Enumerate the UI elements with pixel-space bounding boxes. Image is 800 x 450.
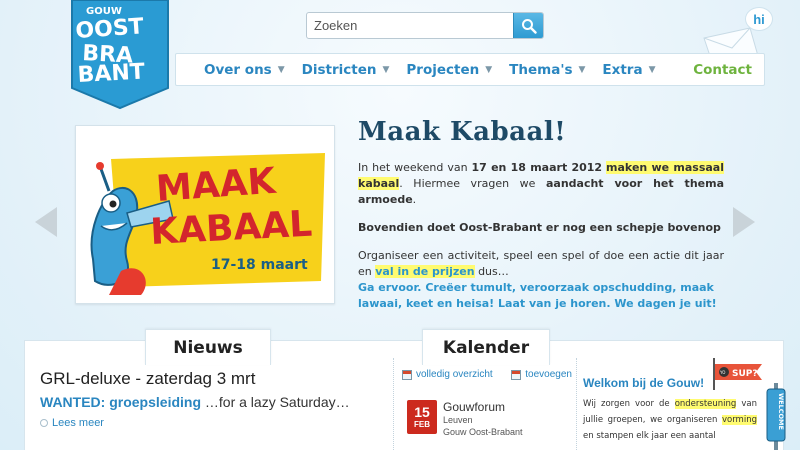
nav-label: Projecten xyxy=(406,61,480,78)
search-box xyxy=(306,12,544,39)
search-icon xyxy=(521,18,537,34)
column-divider xyxy=(576,358,577,450)
sup-flag-icon: YO SUP? xyxy=(713,358,762,390)
event-date-badge: 15 FEB xyxy=(407,400,437,434)
read-more-link[interactable]: Lees meer xyxy=(40,417,104,429)
flag-text: SUP? xyxy=(732,369,758,379)
text-segment: Wij zorgen voor de xyxy=(583,399,675,409)
event-info: Gouwforum Leuven Gouw Oost-Brabant xyxy=(443,400,523,438)
highlight-link[interactable]: val in de prijzen xyxy=(375,265,475,278)
event-title: Gouwforum xyxy=(443,400,506,414)
read-more-label: Lees meer xyxy=(52,417,104,429)
highlight-text: ondersteuning xyxy=(674,399,737,409)
news-teaser-text: …for a lazy Saturday… xyxy=(201,394,350,410)
nav-item-themas[interactable]: Thema's ▼ xyxy=(509,54,585,85)
news-teaser-label[interactable]: WANTED: groepsleiding xyxy=(40,394,201,410)
search-input[interactable] xyxy=(307,13,513,38)
bullet-icon xyxy=(40,419,48,427)
logo-text-bant: BANT xyxy=(77,60,145,88)
calendar-add-label: toevoegen xyxy=(525,369,572,380)
column-divider xyxy=(393,358,394,450)
calendar-tab: Kalender xyxy=(422,329,550,365)
event-organizer: Gouw Oost-Brabant xyxy=(443,427,523,437)
news-teaser: WANTED: groepsleiding …for a lazy Saturd… xyxy=(40,394,350,410)
feature-title: Maak Kabaal! xyxy=(358,117,567,147)
highlight-text: vorming xyxy=(721,415,757,425)
news-headline[interactable]: GRL-deluxe - zaterdag 3 mrt xyxy=(40,369,255,389)
feature-paragraph-4: Ga ervoor. Creëer tumult, veroorzaak ops… xyxy=(358,281,717,310)
nav-item-contact[interactable]: Contact xyxy=(693,54,752,85)
caret-down-icon: ▼ xyxy=(277,64,285,75)
poster-text-kabaal: KABAAL xyxy=(149,204,313,253)
flag-small-text: YO xyxy=(719,370,725,375)
slider-next-arrow-icon[interactable] xyxy=(731,205,757,239)
feature-image-frame[interactable]: MAAK KABAAL 17-18 maart xyxy=(75,125,335,304)
calendar-add-icon xyxy=(511,369,522,380)
calendar-links: volledig overzicht toevoegen xyxy=(402,369,572,380)
gouw-oost-brabant-logo[interactable]: GOUW OOST BRA BANT xyxy=(68,0,172,110)
calendar-event[interactable]: 15 FEB Gouwforum Leuven Gouw Oost-Braban… xyxy=(407,400,523,438)
feature-paragraph-1: In het weekend van 17 en 18 maart 2012 m… xyxy=(358,160,725,208)
feature-paragraph-2: Bovendien doet Oost-Brabant er nog een s… xyxy=(358,221,721,234)
welcome-sign-icon: WELCOME xyxy=(766,383,786,450)
hi-bubble[interactable]: hi xyxy=(745,7,773,31)
poster-date: 17-18 maart xyxy=(211,257,308,273)
text-segment: In het weekend van xyxy=(358,161,472,174)
text-segment: . Hiermee vragen we xyxy=(399,177,546,190)
slider-prev-arrow-icon[interactable] xyxy=(33,205,59,239)
date-emphasis: 17 en 18 maart 2012 xyxy=(471,161,603,174)
main-navigation: Over ons ▼ Districten ▼ Projecten ▼ Them… xyxy=(175,53,765,86)
caret-down-icon: ▼ xyxy=(382,64,390,75)
search-button[interactable] xyxy=(513,13,543,38)
feature-description: In het weekend van 17 en 18 maart 2012 m… xyxy=(358,160,725,324)
nav-label: Districten xyxy=(301,61,377,78)
text-segment: en stampen elk jaar een aantal xyxy=(583,431,716,441)
nav-label: Thema's xyxy=(509,61,573,78)
nav-label: Extra xyxy=(602,61,643,78)
news-tab: Nieuws xyxy=(145,329,271,365)
caret-down-icon: ▼ xyxy=(485,64,493,75)
welcome-text: Wij zorgen voor de ondersteuning van jul… xyxy=(583,396,757,444)
nav-item-over-ons[interactable]: Over ons ▼ xyxy=(204,54,285,85)
nav-item-extra[interactable]: Extra ▼ xyxy=(602,54,655,85)
text-segment: . xyxy=(412,193,417,206)
logo-text-oost: OOST xyxy=(75,14,145,44)
event-day: 15 xyxy=(414,404,430,420)
calendar-add-link[interactable]: toevoegen xyxy=(511,369,572,380)
nav-item-projecten[interactable]: Projecten ▼ xyxy=(406,54,492,85)
event-month: FEB xyxy=(414,420,430,429)
maak-kabaal-poster: MAAK KABAAL 17-18 maart xyxy=(81,131,329,298)
caret-down-icon: ▼ xyxy=(578,64,586,75)
nav-label: Contact xyxy=(693,61,752,78)
nav-item-districten[interactable]: Districten ▼ xyxy=(302,54,390,85)
calendar-icon xyxy=(402,369,412,380)
calendar-overview-link[interactable]: volledig overzicht xyxy=(402,369,493,380)
poster-text-maak: MAAK xyxy=(155,161,278,210)
event-location: Leuven xyxy=(443,415,473,425)
feature-paragraph-3: Organiseer een activiteit, speel een spe… xyxy=(358,248,724,280)
nav-label: Over ons xyxy=(204,61,272,78)
text-segment: dus… xyxy=(474,265,509,278)
welcome-sign-text: WELCOME xyxy=(777,393,785,430)
welcome-title: Welkom bij de Gouw! xyxy=(583,376,705,390)
calendar-overview-label: volledig overzicht xyxy=(416,369,493,380)
caret-down-icon: ▼ xyxy=(648,64,656,75)
